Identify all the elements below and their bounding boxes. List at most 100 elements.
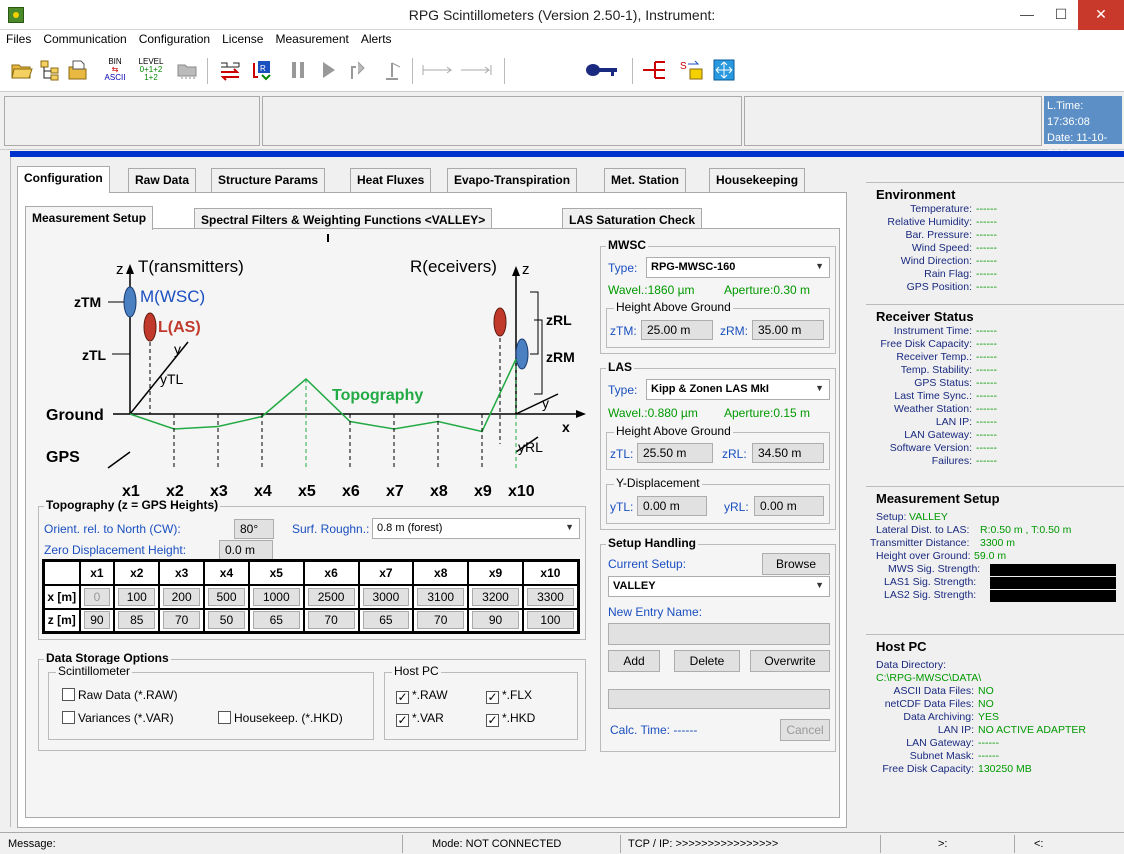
x-cell[interactable]: 2500: [307, 587, 355, 606]
subtab-las-saturation[interactable]: LAS Saturation Check: [562, 208, 703, 230]
x-cell[interactable]: 3200: [472, 587, 519, 606]
chevron-down-icon: ▼: [815, 580, 824, 590]
x-cell[interactable]: 1000: [252, 587, 300, 606]
host-hkd-checkbox[interactable]: ✓ *.HKD: [486, 711, 535, 727]
host-row-value: NO ACTIVE ADAPTER: [978, 724, 1086, 736]
transmitter-dist-label: Transmitter Distance:: [870, 537, 970, 549]
recv-row-label: Weather Station:: [893, 403, 972, 415]
current-setup-select[interactable]: VALLEY ▼: [608, 576, 830, 597]
ytl-field[interactable]: 0.00 m: [637, 496, 707, 516]
add-button[interactable]: Add: [608, 650, 660, 672]
z-cell[interactable]: 70: [307, 611, 355, 630]
env-row-value: ------: [976, 255, 997, 267]
network-icon[interactable]: [640, 56, 668, 84]
play-icon[interactable]: [314, 56, 342, 84]
x-cell[interactable]: 100: [118, 587, 156, 606]
bin-ascii-icon[interactable]: BIN ⇆ ASCII: [100, 56, 130, 84]
z-cell[interactable]: 100: [526, 611, 574, 630]
roughness-select[interactable]: 0.8 m (forest) ▼: [372, 518, 580, 539]
antenna-icon[interactable]: [378, 56, 406, 84]
transfer-icon[interactable]: [216, 56, 244, 84]
x-cell[interactable]: 500: [208, 587, 245, 606]
new-entry-input[interactable]: [608, 623, 830, 645]
align-right-icon[interactable]: [458, 56, 494, 84]
las-aperture: Aperture:0.15 m: [724, 406, 811, 420]
menu-measurement[interactable]: Measurement: [269, 30, 354, 46]
las-label: L(AS): [158, 319, 201, 336]
license-key-icon[interactable]: [584, 56, 620, 84]
tab-raw-data[interactable]: Raw Data: [128, 168, 197, 192]
menu-alerts[interactable]: Alerts: [355, 30, 398, 46]
x-cell[interactable]: 3300: [526, 587, 574, 606]
x-cell[interactable]: 3000: [362, 587, 410, 606]
tab-heat-fluxes[interactable]: Heat Fluxes: [350, 168, 432, 192]
delete-button[interactable]: Delete: [674, 650, 740, 672]
host-raw-checkbox[interactable]: ✓ *.RAW: [396, 688, 448, 704]
host-var-checkbox[interactable]: ✓ *.VAR: [396, 711, 444, 727]
zero-displacement-field[interactable]: 0.0 m: [219, 540, 273, 560]
folder-export-icon[interactable]: [174, 56, 202, 84]
z-cell[interactable]: 85: [118, 611, 156, 630]
z-cell[interactable]: 70: [163, 611, 201, 630]
zrl-field[interactable]: 34.50 m: [752, 443, 824, 463]
minimize-button[interactable]: —: [1010, 0, 1044, 30]
record-icon[interactable]: R: [248, 56, 276, 84]
z-cell[interactable]: 50: [208, 611, 245, 630]
zrm-field[interactable]: 35.00 m: [752, 320, 824, 340]
tree-structure-icon[interactable]: [36, 56, 64, 84]
mwsc-aperture: Aperture:0.30 m: [724, 283, 811, 297]
z-cell[interactable]: 70: [417, 611, 465, 630]
recv-row-value: ------: [976, 403, 997, 415]
z-cell[interactable]: 90: [83, 611, 111, 630]
yrl-label: yRL: [518, 439, 543, 455]
x-cell[interactable]: 200: [163, 587, 201, 606]
transmitter-dist-value: 3300 m: [980, 537, 1016, 549]
tab-evapo-transpiration[interactable]: Evapo-Transpiration: [447, 168, 578, 192]
x-cell[interactable]: 3100: [417, 587, 465, 606]
settings-switch-icon[interactable]: S: [678, 56, 706, 84]
host-flx-checkbox[interactable]: ✓ *.FLX: [486, 688, 532, 704]
housekeeping-checkbox[interactable]: Housekeep. (*.HKD): [218, 711, 343, 725]
tab-structure-params[interactable]: Structure Params: [211, 168, 326, 192]
window-title: RPG Scintillometers (Version 2.50-1), In…: [408, 7, 716, 23]
ztm-field[interactable]: 25.00 m: [641, 320, 713, 340]
orientation-field[interactable]: 80°: [234, 519, 274, 539]
open-folder-icon[interactable]: [8, 56, 36, 84]
env-row-value: ------: [976, 281, 997, 293]
subtab-spectral-filters[interactable]: Spectral Filters & Weighting Functions <…: [194, 208, 493, 230]
tab-met-station[interactable]: Met. Station: [604, 168, 686, 192]
info-box-1: [4, 96, 260, 146]
close-button[interactable]: ✕: [1078, 0, 1124, 30]
browse-button[interactable]: Browse: [762, 553, 830, 575]
level-icon[interactable]: LEVEL 0+1+2 1+2: [136, 56, 166, 84]
las-type-select[interactable]: Kipp & Zonen LAS MkI ▼: [646, 379, 830, 400]
subtab-measurement-setup[interactable]: Measurement Setup: [25, 206, 154, 230]
tab-configuration[interactable]: Configuration: [17, 166, 110, 193]
open-file-icon[interactable]: [64, 56, 92, 84]
fullscreen-icon[interactable]: [710, 56, 738, 84]
z-cell[interactable]: 90: [472, 611, 519, 630]
menu-license[interactable]: License: [216, 30, 269, 46]
menu-communication[interactable]: Communication: [37, 30, 132, 46]
status-mode: Mode: NOT CONNECTED: [432, 838, 562, 850]
overwrite-button[interactable]: Overwrite: [750, 650, 830, 672]
variances-checkbox[interactable]: Variances (*.VAR): [62, 711, 174, 725]
raw-data-checkbox[interactable]: Raw Data (*.RAW): [62, 688, 178, 702]
maximize-button[interactable]: ☐: [1044, 0, 1078, 30]
topography-table: x1 x2 x3 x4 x5 x6 x7 x8 x9 x10 x [m] 0 1…: [42, 559, 580, 634]
align-left-icon[interactable]: [420, 56, 456, 84]
mwsc-type-select[interactable]: RPG-MWSC-160 ▼: [646, 257, 830, 278]
yrl-field[interactable]: 0.00 m: [754, 496, 824, 516]
pause-icon[interactable]: [284, 56, 312, 84]
menu-files[interactable]: Files: [0, 30, 37, 46]
cancel-button[interactable]: Cancel: [780, 719, 830, 741]
tab-housekeeping[interactable]: Housekeeping: [709, 168, 806, 192]
topography-title: Topography (z = GPS Heights): [44, 498, 221, 512]
ground-label: Ground: [46, 407, 104, 424]
z-cell[interactable]: 65: [252, 611, 300, 630]
menu-configuration[interactable]: Configuration: [133, 30, 216, 46]
recv-row-label: Last Time Sync.:: [894, 390, 972, 402]
ztl-field[interactable]: 25.50 m: [637, 443, 713, 463]
export-icon[interactable]: [344, 56, 372, 84]
z-cell[interactable]: 65: [362, 611, 410, 630]
